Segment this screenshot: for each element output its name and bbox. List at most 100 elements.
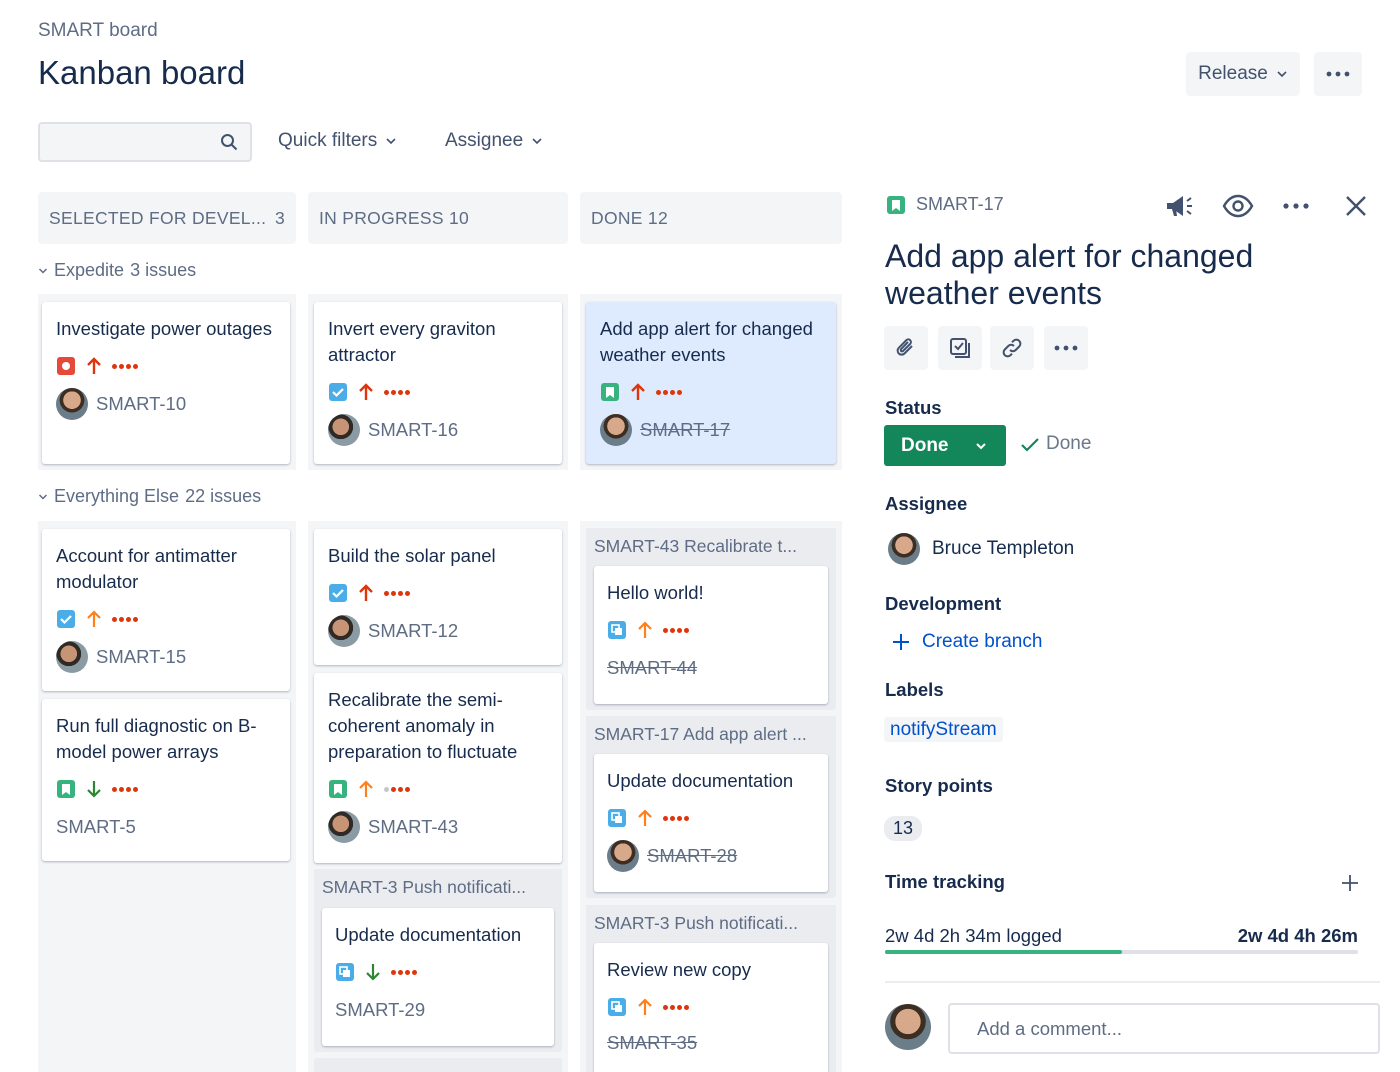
comment-input[interactable]: Add a comment... [948, 1003, 1380, 1054]
group-header[interactable]: SMART-3 Push notificati... [314, 869, 562, 905]
subtask-group-smart-3[interactable]: SMART-3 Push notificati... Update docume… [314, 869, 562, 1052]
quick-filters-dropdown[interactable]: Quick filters [278, 130, 397, 152]
link-issue-button[interactable] [990, 326, 1034, 370]
avatar[interactable] [328, 811, 360, 843]
avatar[interactable] [607, 840, 639, 872]
subtask-group-smart-43[interactable]: SMART-43 Recalibrate t... Hello world! S… [586, 528, 836, 710]
subtask-group-truncated[interactable] [314, 1058, 562, 1072]
subtask-group-smart-3-done[interactable]: SMART-3 Push notificati... Review new co… [586, 905, 836, 1072]
issue-card-smart-15[interactable]: Account for antimatter modulator SMART-1… [42, 529, 290, 691]
task-checkbox-icon [57, 610, 75, 628]
story-points-field[interactable]: 13 [884, 816, 923, 841]
assignee-name: Bruce Templeton [932, 538, 1075, 559]
issue-key[interactable]: SMART-15 [96, 646, 186, 668]
column-title: DONE 12 [591, 207, 668, 228]
megaphone-icon[interactable] [1164, 192, 1194, 220]
watch-eye-icon[interactable] [1222, 193, 1254, 219]
story-points-dots [391, 969, 417, 975]
swimlane-expedite[interactable]: Expedite 3 issues [38, 260, 196, 281]
issue-card-smart-16[interactable]: Invert every graviton attractor SMART-16 [314, 302, 562, 464]
issue-card-smart-43[interactable]: Recalibrate the semi-coherent anomaly in… [314, 673, 562, 863]
card-title: Recalibrate the semi-coherent anomaly in… [328, 689, 518, 762]
release-button[interactable]: Release [1186, 52, 1300, 96]
plus-icon [893, 634, 909, 650]
avatar[interactable] [328, 615, 360, 647]
issue-card-smart-12[interactable]: Build the solar panel SMART-12 [314, 529, 562, 665]
column-title: SELECTED FOR DEVEL... [49, 207, 267, 228]
add-subtask-button[interactable] [938, 326, 982, 370]
attach-button[interactable] [884, 326, 928, 370]
card-title: Add app alert for changed weather events [600, 318, 813, 365]
more-actions-button[interactable] [1314, 52, 1362, 96]
issue-card-smart-35[interactable]: Review new copy SMART-35 [594, 943, 828, 1072]
group-header[interactable]: SMART-3 Push notificati... [586, 905, 836, 941]
check-icon [1021, 438, 1039, 452]
avatar[interactable] [56, 388, 88, 420]
create-branch-link[interactable]: Create branch [892, 631, 1042, 653]
swimlane-count: 22 issues [185, 486, 262, 506]
column-header-selected[interactable]: SELECTED FOR DEVEL... 3 [38, 192, 296, 244]
avatar[interactable] [56, 641, 88, 673]
issue-key[interactable]: SMART-35 [607, 1032, 697, 1054]
more-icon [1326, 71, 1350, 77]
subtask-group-smart-17[interactable]: SMART-17 Add app alert ... Update docume… [586, 716, 836, 898]
issue-key[interactable]: SMART-17 [640, 419, 730, 441]
priority-highest-icon [87, 357, 101, 374]
swimlane-everything-else[interactable]: Everything Else 22 issues [38, 486, 261, 507]
story-points-dots [663, 627, 689, 633]
time-tracking-fill [885, 950, 1122, 954]
assignee-field[interactable]: Bruce Templeton [888, 533, 1074, 565]
group-header[interactable]: SMART-43 Recalibrate t... [586, 528, 836, 564]
issue-key[interactable]: SMART-43 [368, 816, 458, 838]
panel-issue-key[interactable]: SMART-17 [886, 194, 1004, 215]
label-tag[interactable]: notifyStream [884, 717, 1003, 742]
issue-key[interactable]: SMART-5 [56, 816, 136, 838]
issue-key[interactable]: SMART-29 [335, 999, 425, 1021]
assignee-filter-dropdown[interactable]: Assignee [445, 130, 543, 152]
story-points-dots [112, 786, 138, 792]
resolution: Done [1020, 433, 1091, 455]
issue-key[interactable]: SMART-12 [368, 620, 458, 642]
time-tracking-bar[interactable] [885, 950, 1358, 954]
issue-card-smart-44[interactable]: Hello world! SMART-44 [594, 566, 828, 704]
issue-card-smart-29[interactable]: Update documentation SMART-29 [322, 908, 554, 1046]
chevron-down-icon [1277, 71, 1287, 78]
priority-high-icon [638, 809, 652, 826]
labels-field[interactable]: notifyStream [884, 717, 1003, 742]
status-dropdown[interactable]: Done [884, 425, 1006, 466]
more-icon[interactable] [1283, 202, 1309, 210]
subtask-icon [608, 998, 626, 1016]
issue-card-smart-17[interactable]: Add app alert for changed weather events… [586, 302, 836, 464]
search-input[interactable] [38, 122, 252, 162]
card-title: Review new copy [607, 959, 751, 980]
issue-key[interactable]: SMART-10 [96, 393, 186, 415]
issue-key[interactable]: SMART-44 [607, 657, 697, 679]
panel-issue-title[interactable]: Add app alert for changed weather events [885, 238, 1345, 312]
labels-label: Labels [885, 679, 944, 700]
issue-card-smart-10[interactable]: Investigate power outages SMART-10 [42, 302, 290, 464]
assignee-label: Assignee [885, 493, 968, 514]
breadcrumb[interactable]: SMART board [38, 20, 158, 42]
plus-icon[interactable] [1341, 874, 1359, 892]
story-points-label: Story points [885, 775, 993, 796]
column-header-done[interactable]: DONE 12 [580, 192, 842, 244]
avatar[interactable] [600, 414, 632, 446]
issue-key[interactable]: SMART-28 [647, 845, 737, 867]
avatar[interactable] [328, 414, 360, 446]
story-points-dots [656, 389, 682, 395]
chevron-down-icon [386, 138, 396, 145]
card-title: Build the solar panel [328, 545, 496, 566]
task-checkbox-icon [329, 383, 347, 401]
column-count: 3 [274, 207, 285, 228]
issue-card-smart-5[interactable]: Run full diagnostic on B-model power arr… [42, 699, 290, 861]
issue-key[interactable]: SMART-16 [368, 419, 458, 441]
close-icon[interactable] [1344, 194, 1368, 218]
development-label: Development [885, 593, 1002, 614]
priority-highest-icon [359, 383, 373, 400]
more-tools-button[interactable] [1044, 326, 1088, 370]
column-header-in-progress[interactable]: IN PROGRESS 10 [308, 192, 568, 244]
issue-key[interactable]: SMART-17 [916, 194, 1004, 215]
issue-card-smart-28[interactable]: Update documentation SMART-28 [594, 754, 828, 892]
group-header[interactable]: SMART-17 Add app alert ... [586, 716, 836, 752]
subtask-icon [336, 963, 354, 981]
